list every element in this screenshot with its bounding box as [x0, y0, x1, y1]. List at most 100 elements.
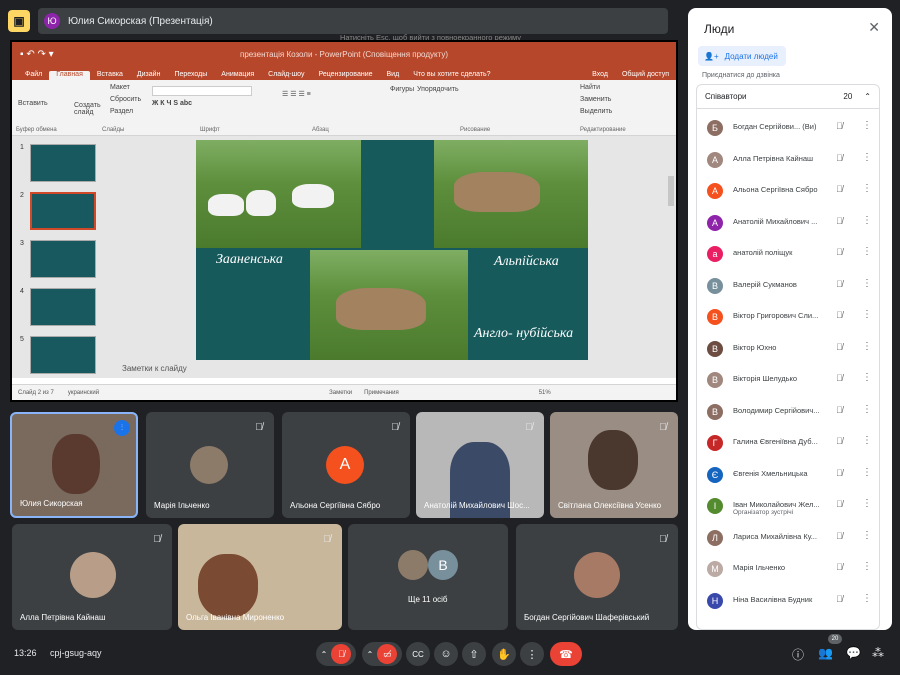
menu-view[interactable]: Вид [380, 71, 407, 80]
participant-row[interactable]: В Володимир Сергійович... 🎙̸ ⋮ [697, 397, 879, 428]
current-slide[interactable]: Зааненська Альпійська Англо- нубійська [196, 140, 588, 360]
slide-thumb-2[interactable] [30, 192, 96, 230]
emoji-button[interactable]: ☺ [434, 642, 458, 666]
select-button[interactable]: Выделить [580, 108, 612, 115]
participant-row[interactable]: а анатолій поліщук 🎙̸ ⋮ [697, 239, 879, 270]
participant-row[interactable]: Є Євгенія Хмельницька 🎙̸ ⋮ [697, 460, 879, 491]
tile-more-people[interactable]: В Ще 11 осіб [348, 524, 508, 630]
replace-button[interactable]: Заменить [580, 96, 611, 103]
more-vert-icon[interactable]: ⋮ [862, 183, 872, 194]
menu-home[interactable]: Главная [49, 71, 90, 80]
new-slide-button[interactable]: Создать слайд [74, 102, 104, 116]
present-button[interactable]: ⇧ [462, 642, 486, 666]
find-button[interactable]: Найти [580, 84, 600, 91]
more-vert-icon[interactable]: ⋮ [862, 372, 872, 383]
notes-button[interactable]: Заметки [329, 390, 352, 396]
more-vert-icon[interactable]: ⋮ [862, 561, 872, 572]
participant-row[interactable]: В Вікторія Шелудько 🎙̸ ⋮ [697, 365, 879, 396]
font-format-icons[interactable]: Ж К Ч S abc [152, 100, 192, 107]
participant-row[interactable]: Б Богдан Сергійови... (Ви) 🎙̸ ⋮ [697, 113, 879, 144]
more-vert-icon[interactable]: ⋮ [862, 435, 872, 446]
info-icon[interactable]: ⓘ [792, 646, 804, 663]
menu-transitions[interactable]: Переходы [167, 71, 214, 80]
tile-participant[interactable]: 🎙̸ Марія Ільченко [146, 412, 274, 518]
more-vert-icon[interactable]: ⋮ [862, 593, 872, 604]
more-vert-icon[interactable]: ⋮ [862, 341, 872, 352]
more-vert-icon[interactable]: ⋮ [862, 309, 872, 320]
section-button[interactable]: Раздел [110, 108, 133, 115]
menu-animation[interactable]: Анимация [214, 71, 261, 80]
shapes-button[interactable]: Фигуры [390, 86, 414, 93]
more-vert-icon[interactable]: ⋮ [862, 246, 872, 257]
participant-row[interactable]: А Алла Петрівна Кайнаш 🎙̸ ⋮ [697, 145, 879, 176]
font-family-select[interactable] [152, 86, 252, 96]
menu-review[interactable]: Рецензирование [311, 71, 379, 80]
menu-design[interactable]: Дизайн [130, 71, 168, 80]
camera-button[interactable]: ⌃ ▭̸ [362, 642, 402, 666]
quick-access-icon[interactable]: ▪ ↶ ↷ ▾ [20, 49, 54, 60]
chat-icon[interactable]: 💬 [846, 646, 861, 660]
presenter-label[interactable]: Ю Юлия Сикорская (Презентація) [38, 8, 668, 34]
participant-row[interactable]: В Віктор Юхно 🎙̸ ⋮ [697, 334, 879, 365]
more-vert-icon[interactable]: ⋮ [862, 467, 872, 478]
participant-row[interactable]: В Віктор Григорович Сли... 🎙̸ ⋮ [697, 302, 879, 333]
tile-participant[interactable]: 🎙̸ Анатолій Михайлович Шос... [416, 412, 544, 518]
comments-button[interactable]: Примечания [364, 390, 399, 396]
menu-login[interactable]: Вход [585, 71, 615, 80]
paste-button[interactable]: Вставить [18, 100, 48, 107]
menu-file[interactable]: Файл [18, 71, 49, 80]
participant-row[interactable]: В Валерій Сукманов 🎙̸ ⋮ [697, 271, 879, 302]
more-vert-icon[interactable]: ⋮ [862, 278, 872, 289]
raise-hand-button[interactable]: ✋ [492, 642, 516, 666]
participant-row[interactable]: А Анатолій Михайлович ... 🎙̸ ⋮ [697, 208, 879, 239]
more-vert-icon[interactable]: ⋮ [862, 152, 872, 163]
tile-participant[interactable]: 🎙̸ Алла Петрівна Кайнаш [12, 524, 172, 630]
captions-button[interactable]: CC [406, 642, 430, 666]
participant-row[interactable]: Г Галина Євгеніївна Дуб... 🎙̸ ⋮ [697, 428, 879, 459]
slide-thumb-5[interactable] [30, 336, 96, 374]
tile-participant[interactable]: 🎙̸ Ольга Іванівна Мироненко [178, 524, 342, 630]
participant-row[interactable]: І Іван Миколайович Жел... Організатор зуст… [697, 491, 879, 522]
menu-slideshow[interactable]: Слайд-шоу [261, 71, 311, 80]
participant-row[interactable]: Л Лариса Михайлівна Ку... 🎙̸ ⋮ [697, 523, 879, 554]
avatar: Л [707, 529, 723, 546]
participant-row[interactable]: М Марія Ільченко 🎙̸ ⋮ [697, 554, 879, 585]
slide-thumb-3[interactable] [30, 240, 96, 278]
more-options-button[interactable]: ⋮ [520, 642, 544, 666]
mic-button[interactable]: ⌃ 🎙̸ [316, 642, 356, 666]
more-vert-icon[interactable]: ⋮ [862, 498, 872, 509]
tile-participant[interactable]: 🎙̸ Богдан Сергійович Шаферівський [516, 524, 678, 630]
tile-participant[interactable]: 🎙̸ Світлана Олексіївна Усенко [550, 412, 678, 518]
layout-button[interactable]: Макет [110, 84, 130, 91]
activities-icon[interactable]: ⁂ [872, 646, 884, 660]
arrange-button[interactable]: Упорядочить [417, 86, 459, 93]
people-icon[interactable]: 👥 [818, 646, 833, 660]
more-vert-icon[interactable]: ⋮ [862, 404, 872, 415]
participant-row[interactable]: Н Ніна Василівна Будник 🎙̸ ⋮ [697, 586, 879, 617]
zoom-level[interactable]: 51% [539, 390, 551, 396]
mic-off-icon: 🎙̸ [836, 404, 843, 415]
notes-area[interactable]: Заметки к слайду [122, 364, 187, 373]
tile-participant[interactable]: А 🎙̸ Альона Сергіївна Сябро [282, 412, 410, 518]
slide-thumb-4[interactable] [30, 288, 96, 326]
paragraph-icons[interactable]: ☰ ☰ ☰ ≡ [282, 90, 311, 98]
section-header[interactable]: Співавтори 20 ⌃ [697, 85, 879, 109]
chevron-up-icon[interactable]: ⌃ [864, 92, 871, 101]
end-call-button[interactable]: ☎ [550, 642, 582, 666]
reset-button[interactable]: Сбросить [110, 96, 141, 103]
menu-tell-me[interactable]: Что вы хотите сделать? [406, 71, 497, 80]
menu-share[interactable]: Общий доступ [615, 71, 676, 80]
avatar: Є [707, 466, 723, 483]
close-icon[interactable]: ✕ [868, 19, 880, 36]
tile-self[interactable]: ⫶ Юлия Сикорская [10, 412, 138, 518]
menu-insert[interactable]: Вставка [90, 71, 130, 80]
more-vert-icon[interactable]: ⋮ [862, 215, 872, 226]
participant-row[interactable]: А Альона Сергіївна Сябро 🎙̸ ⋮ [697, 176, 879, 207]
add-people-button[interactable]: 👤+ Додати людей [698, 46, 786, 66]
people-count-badge: 20 [828, 634, 842, 644]
more-vert-icon[interactable]: ⋮ [862, 530, 872, 541]
more-vert-icon[interactable]: ⋮ [862, 120, 872, 131]
presentation-icon[interactable]: ▣ [8, 10, 30, 32]
slide-scrollbar[interactable] [666, 136, 676, 378]
slide-thumb-1[interactable] [30, 144, 96, 182]
